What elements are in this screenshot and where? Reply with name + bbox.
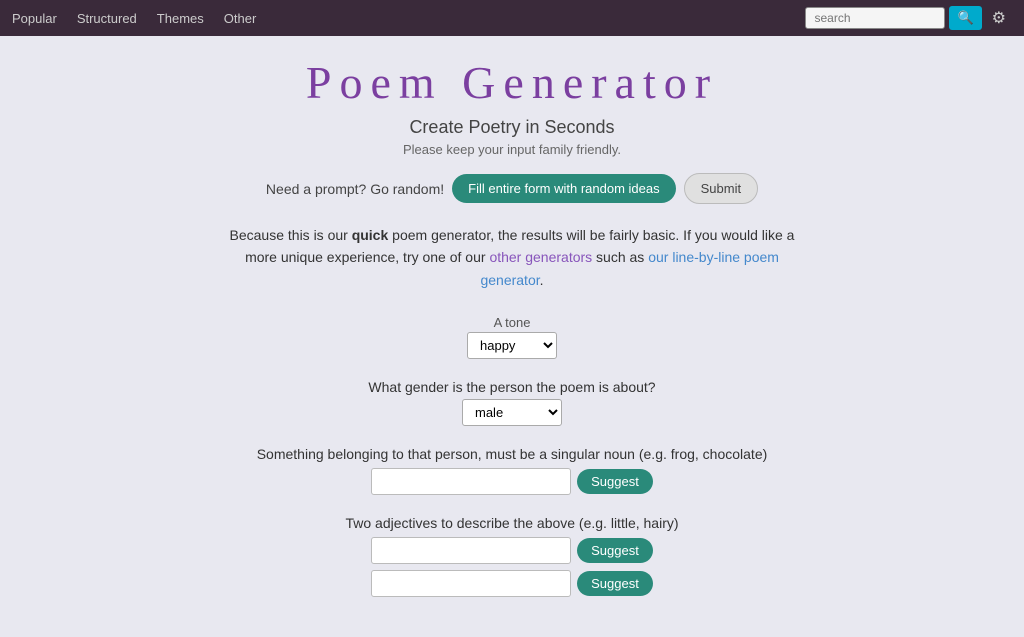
adjective2-row: Suggest (128, 570, 896, 597)
nav-popular[interactable]: Popular (12, 5, 57, 32)
friendly-note: Please keep your input family friendly. (128, 142, 896, 157)
tone-select[interactable]: happy sad romantic funny serious (467, 332, 557, 359)
search-area: 🔍 ⚙ (805, 4, 1012, 32)
gender-section: What gender is the person the poem is ab… (128, 379, 896, 426)
bold-quick: quick (352, 227, 389, 243)
adjective-section: Two adjectives to describe the above (e.… (128, 515, 896, 597)
noun-label: Something belonging to that person, must… (128, 446, 896, 462)
main-content: Poem Generator Create Poetry in Seconds … (112, 36, 912, 637)
noun-input-row: Suggest (128, 468, 896, 495)
tone-label: A tone (128, 315, 896, 330)
adjective2-suggest-button[interactable]: Suggest (577, 571, 653, 596)
adjective2-input[interactable] (371, 570, 571, 597)
search-button[interactable]: 🔍 (949, 6, 981, 30)
noun-section: Something belonging to that person, must… (128, 446, 896, 495)
nav-themes[interactable]: Themes (157, 5, 204, 32)
adjective1-input[interactable] (371, 537, 571, 564)
search-input[interactable] (805, 7, 945, 29)
tone-section: A tone happy sad romantic funny serious (128, 315, 896, 359)
menu-icon[interactable]: ⚙ (986, 4, 1012, 32)
other-generators-link[interactable]: other generators (489, 249, 592, 265)
adjective-label: Two adjectives to describe the above (e.… (128, 515, 896, 531)
description: Because this is our quick poem generator… (222, 224, 802, 291)
adjective1-suggest-button[interactable]: Suggest (577, 538, 653, 563)
adjective1-row: Suggest (128, 537, 896, 564)
random-label: Need a prompt? Go random! (266, 181, 444, 197)
submit-button[interactable]: Submit (684, 173, 758, 204)
nav-other[interactable]: Other (224, 5, 257, 32)
navigation: Popular Structured Themes Other 🔍 ⚙ (0, 0, 1024, 36)
page-title: Poem Generator (128, 56, 896, 109)
gender-select[interactable]: male female non-binary (462, 399, 562, 426)
noun-input[interactable] (371, 468, 571, 495)
noun-suggest-button[interactable]: Suggest (577, 469, 653, 494)
subtitle: Create Poetry in Seconds (128, 117, 896, 138)
random-row: Need a prompt? Go random! Fill entire fo… (128, 173, 896, 204)
nav-structured[interactable]: Structured (77, 5, 137, 32)
gender-label: What gender is the person the poem is ab… (128, 379, 896, 395)
nav-items: Popular Structured Themes Other (12, 5, 805, 32)
fill-random-button[interactable]: Fill entire form with random ideas (452, 174, 675, 203)
